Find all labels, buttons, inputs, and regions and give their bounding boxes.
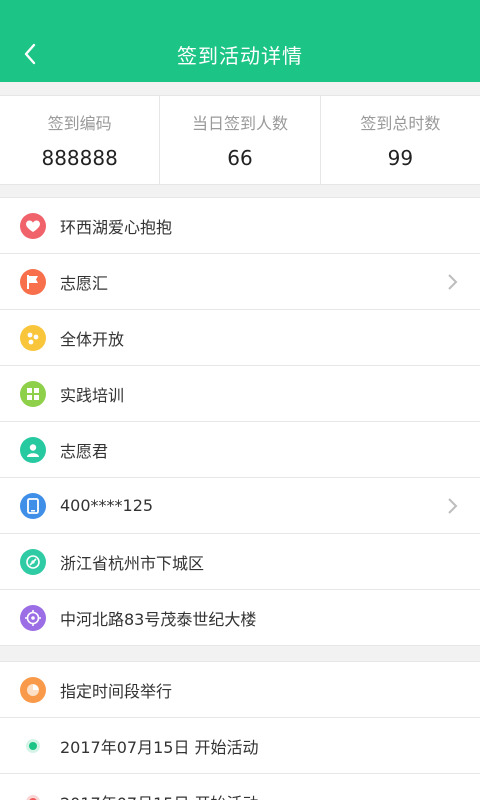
- phone-icon: [20, 492, 46, 519]
- app-header: 签到活动详情: [0, 26, 480, 82]
- stat-value: 99: [387, 146, 414, 170]
- info-row-address: 中河北路83号茂泰世纪大楼: [0, 590, 480, 646]
- stats-panel: 签到编码 888888 当日签到人数 66 签到总时数 99: [0, 95, 480, 185]
- info-text: 浙江省杭州市下城区: [60, 553, 205, 573]
- info-row-access: 全体开放: [0, 310, 480, 366]
- info-text: 中河北路83号茂泰世纪大楼: [60, 609, 257, 629]
- info-row-contact: 志愿君: [0, 422, 480, 478]
- schedule-item-text: 2017年07月15日 开始活动: [60, 737, 259, 757]
- schedule-list: 指定时间段举行 2017年07月15日 开始活动 2017年07月15日 开始活…: [0, 661, 480, 800]
- chevron-left-icon: [24, 43, 36, 65]
- stat-value: 66: [227, 146, 253, 170]
- info-text: 环西湖爱心抱抱: [60, 217, 173, 237]
- back-button[interactable]: [10, 34, 50, 74]
- timeline-dot-icon: [20, 789, 46, 800]
- info-row-phone[interactable]: 400****125: [0, 478, 480, 534]
- stat-label: 签到编码: [47, 114, 112, 133]
- schedule-title: 指定时间段举行: [60, 681, 173, 701]
- flag-icon: [20, 268, 46, 295]
- schedule-item: 2017年07月15日 开始活动: [0, 774, 480, 800]
- info-row-organizer[interactable]: 志愿汇: [0, 254, 480, 310]
- info-list: 环西湖爱心抱抱 志愿汇 全体开放 实践培训 志愿君 400****125 浙江省…: [0, 197, 480, 646]
- info-row-region: 浙江省杭州市下城区: [0, 534, 480, 590]
- info-text: 实践培训: [60, 385, 125, 405]
- stat-label: 签到总时数: [360, 114, 441, 133]
- schedule-title-row: 指定时间段举行: [0, 662, 480, 718]
- status-bar: [0, 0, 480, 26]
- location-icon: [20, 548, 46, 575]
- page-title: 签到活动详情: [177, 43, 303, 68]
- chevron-right-icon: [448, 498, 458, 514]
- dots-icon: [20, 324, 46, 351]
- grid-icon: [20, 380, 46, 407]
- info-row-category: 实践培训: [0, 366, 480, 422]
- stat-sign-code: 签到编码 888888: [0, 96, 161, 184]
- info-text: 400****125: [60, 496, 154, 515]
- person-icon: [20, 436, 46, 463]
- info-text: 志愿汇: [60, 273, 109, 293]
- target-icon: [20, 604, 46, 631]
- info-text: 全体开放: [60, 329, 125, 349]
- stat-label: 当日签到人数: [191, 114, 288, 133]
- stat-value: 888888: [41, 146, 118, 170]
- info-row-activity-name: 环西湖爱心抱抱: [0, 198, 480, 254]
- schedule-item-text: 2017年07月15日 开始活动: [60, 790, 259, 800]
- stat-daily-count: 当日签到人数 66: [160, 96, 321, 184]
- info-text: 志愿君: [60, 441, 109, 461]
- chevron-right-icon: [448, 274, 458, 290]
- clock-icon: [20, 676, 46, 703]
- schedule-item: 2017年07月15日 开始活动: [0, 718, 480, 774]
- timeline-dot-icon: [20, 733, 46, 759]
- stat-total-hours: 签到总时数 99: [321, 96, 480, 184]
- heart-icon: [20, 212, 46, 239]
